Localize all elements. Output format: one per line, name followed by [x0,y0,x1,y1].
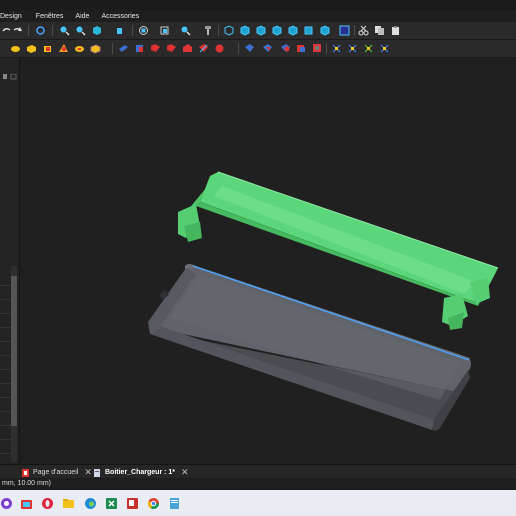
menu-windows[interactable]: Fenêtres [30,13,72,20]
scrollbar-thumb[interactable] [11,276,17,426]
box-selection-icon[interactable] [159,25,170,36]
common-icon[interactable] [296,43,307,54]
make-face-icon[interactable] [198,43,209,54]
close-icon[interactable]: ✕ [84,467,92,478]
model-render [148,171,499,431]
separator [132,25,133,36]
mirror-icon[interactable] [150,43,161,54]
sketch-view-icon[interactable] [339,25,350,36]
section-icon[interactable] [312,43,323,54]
freecad-icon [22,468,29,477]
document-tabs: Page d'accueil ✕ Boitier_Chargeur : 1* ✕ [0,464,516,479]
view-rear-icon[interactable] [287,25,298,36]
view-isometric-icon[interactable] [223,25,234,36]
windows-taskbar [0,490,516,516]
extrude-icon[interactable] [118,43,129,54]
panel-header-icons [3,74,17,80]
measure-clear-icon[interactable] [379,43,390,54]
zoom-fit-selection-icon[interactable] [75,25,86,36]
menu-design[interactable]: Design [0,13,30,20]
separator [52,25,53,36]
cylinder-icon[interactable] [10,43,21,54]
notepad-icon[interactable] [168,497,181,510]
refresh-icon[interactable] [35,25,46,36]
copy-icon[interactable] [374,25,385,36]
freecad-icon[interactable] [126,497,139,510]
chamfer-icon[interactable] [182,43,193,54]
tab-label: Boitier_Chargeur : 1* [105,469,176,476]
view-front-icon[interactable] [239,25,250,36]
view-right-icon[interactable] [271,25,282,36]
close-icon[interactable]: ✕ [181,467,189,478]
menu-help[interactable]: Aide [71,13,97,20]
paste-icon[interactable] [390,25,401,36]
file-explorer-icon[interactable] [62,497,75,510]
nav-cube-icon[interactable] [138,25,149,36]
menu-accessories[interactable]: Accessories [97,13,147,20]
torus-icon[interactable] [74,43,85,54]
fuse-icon[interactable] [280,43,291,54]
draw-style-icon[interactable] [91,25,102,36]
separator [326,43,327,54]
excel-icon[interactable] [105,497,118,510]
cut-shape-icon[interactable] [262,43,273,54]
separator [354,25,355,36]
cube-yellow-icon[interactable] [26,43,37,54]
separator [218,25,219,36]
redo-icon[interactable] [12,25,23,36]
boolean-icon[interactable] [244,43,255,54]
shape-builder-icon[interactable] [90,43,101,54]
view-top-icon[interactable] [255,25,266,36]
view-bottom-icon[interactable] [303,25,314,36]
fillet-icon[interactable] [166,43,177,54]
cut-icon[interactable] [358,25,369,36]
panel-scrollbar[interactable] [11,266,17,462]
edge-icon[interactable] [84,497,97,510]
undo-icon[interactable] [1,25,12,36]
status-bar: mm, 10.00 mm) [0,478,516,490]
revolve-icon[interactable] [134,43,145,54]
separator [112,43,113,54]
std-view-icon[interactable] [114,25,125,36]
view-left-icon[interactable] [319,25,330,36]
title-strip [0,0,516,10]
measure-icon[interactable] [203,25,214,36]
ruled-surface-icon[interactable] [214,43,225,54]
measure-angular-icon[interactable] [347,43,358,54]
cone-icon[interactable] [58,43,69,54]
status-text: mm, 10.00 mm) [2,480,52,487]
toolbar-part [0,40,516,58]
box-body[interactable] [148,264,472,431]
measure-linear-icon[interactable] [331,43,342,54]
copilot-icon[interactable] [0,497,13,510]
zoom-fit-all-icon[interactable] [59,25,70,36]
property-rows [0,272,11,468]
3d-viewport[interactable] [20,58,516,464]
document-icon [94,468,100,477]
toolbar-view [0,22,516,40]
chrome-icon[interactable] [147,497,160,510]
measure-refresh-icon[interactable] [363,43,374,54]
menu-bar: Design Fenêtres Aide Accessories [0,10,516,22]
separator [28,25,29,36]
tab-start-page[interactable]: Page d'accueil ✕ [22,467,92,478]
zoom-icon[interactable] [180,25,191,36]
separator [238,43,239,54]
tab-label: Page d'accueil [33,469,79,476]
tab-document[interactable]: Boitier_Chargeur : 1* ✕ [94,467,189,478]
store-icon[interactable] [20,497,33,510]
box-icon[interactable] [42,43,53,54]
opera-icon[interactable] [41,497,54,510]
